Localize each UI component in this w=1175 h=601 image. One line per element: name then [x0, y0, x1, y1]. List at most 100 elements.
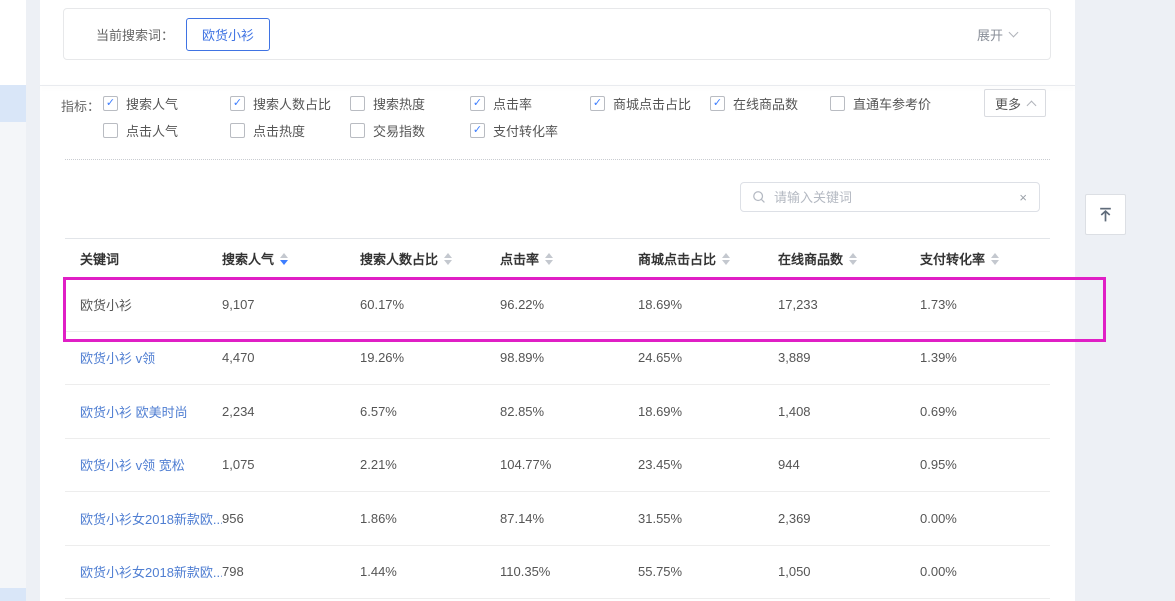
value-cell: 4,470 [222, 350, 360, 365]
checkbox-icon[interactable] [830, 96, 845, 111]
chevron-down-icon [1009, 27, 1019, 37]
sort-asc-arrow [991, 253, 999, 258]
expand-toggle[interactable]: 展开 [977, 25, 1017, 44]
metric-checkbox-直通车参考价[interactable]: 直通车参考价 [830, 94, 931, 113]
keyword-cell[interactable]: 欧货小衫 欧美时尚 [65, 402, 222, 421]
value-cell: 1,075 [222, 457, 360, 472]
column-label: 点击率 [500, 249, 539, 268]
metric-checkbox-在线商品数[interactable]: ✓在线商品数 [710, 94, 830, 113]
arrow-up-to-top-icon [1097, 206, 1114, 223]
keyword-cell[interactable]: 欧货小衫 v领 [65, 348, 222, 367]
sort-icon[interactable] [444, 253, 452, 265]
value-cell: 1.73% [920, 297, 1050, 312]
value-cell: 956 [222, 511, 360, 526]
value-cell: 110.35% [500, 564, 638, 579]
clear-icon[interactable]: × [1019, 191, 1027, 204]
sort-desc-arrow [444, 260, 452, 265]
metric-checkbox-搜索人气[interactable]: ✓搜索人气 [103, 94, 230, 113]
column-label: 关键词 [80, 249, 119, 268]
metric-checkbox-交易指数[interactable]: 交易指数 [350, 121, 470, 140]
value-cell: 1,050 [778, 564, 920, 579]
value-cell: 0.69% [920, 404, 1050, 419]
search-input[interactable] [774, 190, 1019, 205]
back-to-top-button[interactable] [1085, 194, 1126, 235]
metric-checkbox-搜索热度[interactable]: 搜索热度 [350, 94, 470, 113]
metric-checkbox-点击人气[interactable]: 点击人气 [103, 121, 230, 140]
metric-label: 搜索人数占比 [253, 94, 331, 113]
checkbox-icon[interactable] [350, 96, 365, 111]
metric-label: 点击人气 [126, 121, 178, 140]
column-header-关键词: 关键词 [65, 249, 222, 268]
column-label: 在线商品数 [778, 249, 843, 268]
more-button[interactable]: 更多 [984, 89, 1046, 117]
checkbox-icon[interactable]: ✓ [710, 96, 725, 111]
sort-asc-arrow [545, 253, 553, 258]
sort-asc-arrow [722, 253, 730, 258]
sort-icon[interactable] [991, 253, 999, 265]
column-header-在线商品数[interactable]: 在线商品数 [778, 249, 920, 268]
value-cell: 60.17% [360, 297, 500, 312]
sort-asc-arrow [849, 253, 857, 258]
section-divider [40, 85, 1075, 86]
keyword-cell[interactable]: 欧货小衫女2018新款欧... [65, 562, 222, 581]
column-label: 搜索人气 [222, 249, 274, 268]
value-cell: 0.95% [920, 457, 1050, 472]
current-keyword-button[interactable]: 欧货小衫 [186, 18, 270, 51]
keyword-cell[interactable]: 欧货小衫 v领 宽松 [65, 455, 222, 474]
sidebar-background [0, 122, 26, 601]
column-header-支付转化率[interactable]: 支付转化率 [920, 249, 1050, 268]
checkbox-icon[interactable]: ✓ [470, 96, 485, 111]
sort-desc-arrow [545, 260, 553, 265]
column-header-商城点击占比[interactable]: 商城点击占比 [638, 249, 778, 268]
value-cell: 98.89% [500, 350, 638, 365]
sort-icon[interactable] [849, 253, 857, 265]
column-header-点击率[interactable]: 点击率 [500, 249, 638, 268]
checkbox-icon[interactable]: ✓ [590, 96, 605, 111]
checkbox-icon[interactable] [350, 123, 365, 138]
value-cell: 6.57% [360, 404, 500, 419]
metric-checkbox-商城点击占比[interactable]: ✓ 商城点击占比 [590, 94, 710, 113]
value-cell: 2,369 [778, 511, 920, 526]
table-body: 欧货小衫9,10760.17%96.22%18.69%17,2331.73%欧货… [65, 278, 1050, 599]
current-search-card: 当前搜索词： 欧货小衫 展开 [63, 8, 1051, 60]
metric-checkbox-支付转化率[interactable]: ✓支付转化率 [470, 121, 590, 140]
metric-label: 点击热度 [253, 121, 305, 140]
sort-icon[interactable] [545, 253, 553, 265]
metric-label: 商城点击占比 [613, 94, 691, 113]
value-cell: 87.14% [500, 511, 638, 526]
sort-icon[interactable] [722, 253, 730, 265]
metric-checkbox-搜索人数占比[interactable]: ✓ 搜索人数占比 [230, 94, 350, 113]
metric-checkbox-点击率[interactable]: ✓点击率 [470, 94, 590, 113]
table-header: 关键词 搜索人气 搜索人数占比 点击率 商城点击占比在线商品数 支付转化率 [65, 238, 1050, 278]
value-cell: 9,107 [222, 297, 360, 312]
keyword-cell: 欧货小衫 [65, 295, 222, 314]
column-label: 搜索人数占比 [360, 249, 438, 268]
checkbox-icon[interactable] [230, 123, 245, 138]
value-cell: 1.86% [360, 511, 500, 526]
metric-checkbox-点击热度[interactable]: 点击热度 [230, 121, 350, 140]
more-label: 更多 [995, 94, 1021, 113]
sort-desc-arrow [722, 260, 730, 265]
sort-asc-arrow [444, 253, 452, 258]
main-panel: 当前搜索词： 欧货小衫 展开 指标： ✓搜索人气✓搜索人数占比搜索热度✓点击率✓… [40, 0, 1075, 601]
checkbox-icon[interactable]: ✓ [103, 96, 118, 111]
checkbox-icon[interactable]: ✓ [230, 96, 245, 111]
value-cell: 55.75% [638, 564, 778, 579]
keyword-cell[interactable]: 欧货小衫女2018新款欧... [65, 509, 222, 528]
value-cell: 19.26% [360, 350, 500, 365]
sort-asc-arrow [280, 253, 288, 258]
checkbox-icon[interactable]: ✓ [470, 123, 485, 138]
value-cell: 2.21% [360, 457, 500, 472]
sidebar-active-item[interactable] [0, 85, 26, 122]
column-header-搜索人气[interactable]: 搜索人气 [222, 249, 360, 268]
metric-label: 搜索热度 [373, 94, 425, 113]
expand-label: 展开 [977, 25, 1003, 44]
checkbox-icon[interactable] [103, 123, 118, 138]
value-cell: 18.69% [638, 297, 778, 312]
value-cell: 1.39% [920, 350, 1050, 365]
column-header-搜索人数占比[interactable]: 搜索人数占比 [360, 249, 500, 268]
sort-icon[interactable] [280, 253, 288, 265]
metrics-label: 指标： [61, 96, 100, 115]
value-cell: 1,408 [778, 404, 920, 419]
metric-label: 交易指数 [373, 121, 425, 140]
